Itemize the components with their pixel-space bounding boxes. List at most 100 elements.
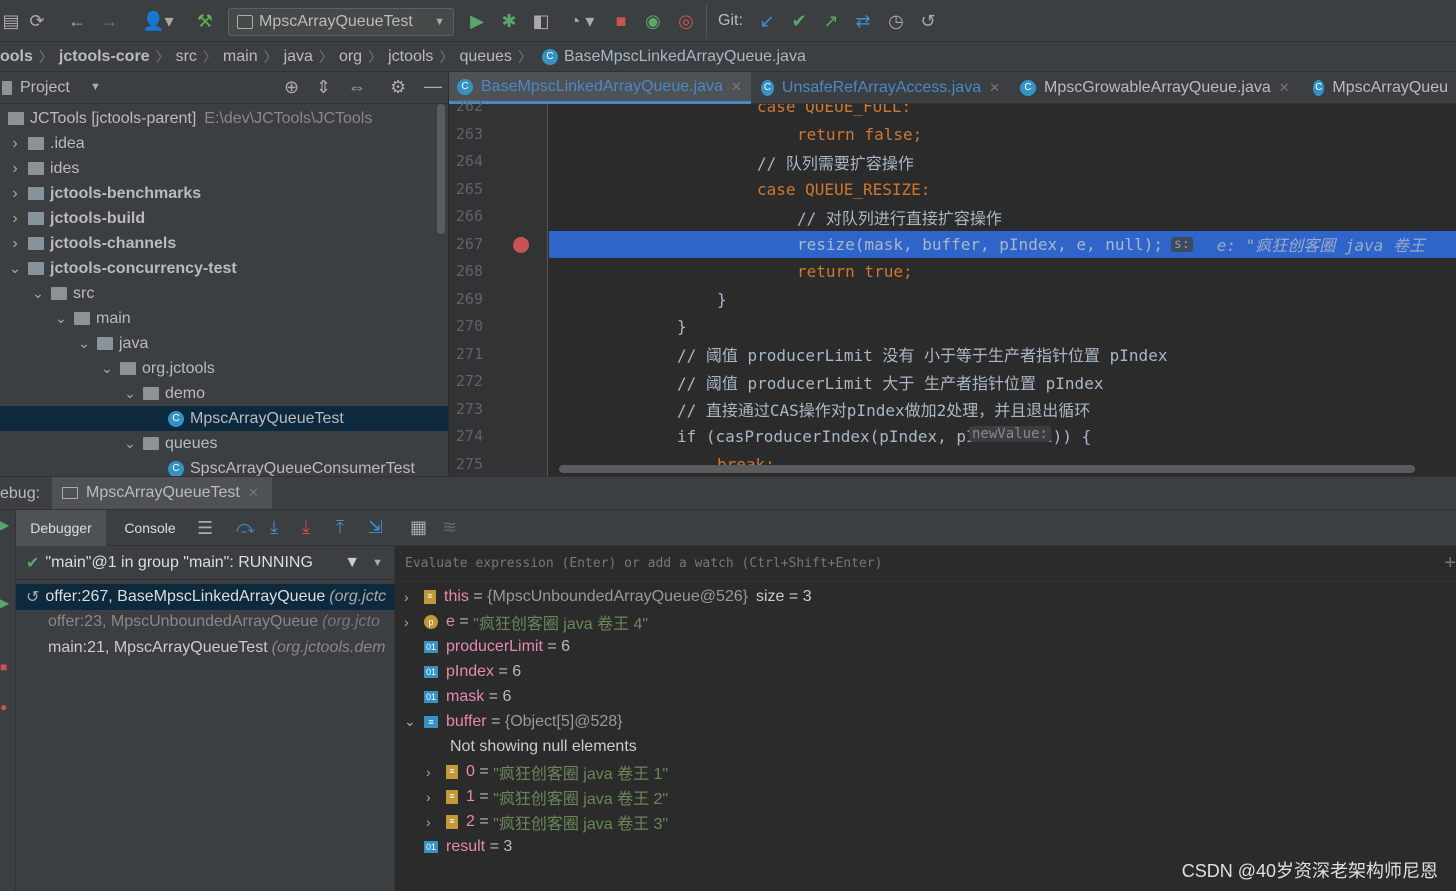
step-out-icon[interactable]: ⤒ [336, 517, 344, 538]
breadcrumb-item[interactable]: queues [459, 48, 512, 66]
tree-scrollbar[interactable] [437, 104, 445, 234]
tree-item[interactable]: ⌄ demo [123, 381, 205, 406]
thread-selector[interactable]: ✔ "main"@1 in group "main": RUNNING ▼ ▼ [16, 546, 395, 580]
evaluate-expression-input[interactable]: Evaluate expression (Enter) or add a wat… [396, 546, 1456, 582]
code-line[interactable]: resize(mask, buffer, pIndex, e, null); s:… [549, 230, 1456, 258]
chevron-down-icon[interactable]: ▼ [90, 81, 101, 93]
coverage-icon[interactable]: ◧ [530, 10, 552, 32]
tree-item[interactable]: › jctools-channels [8, 231, 176, 256]
resume-icon[interactable]: ▶ [0, 596, 9, 610]
tree-item[interactable]: › .idea [8, 131, 84, 156]
chevron-down-icon[interactable]: ⌄ [404, 713, 420, 730]
code-line[interactable]: return true; [549, 258, 1456, 285]
chevron-right-icon[interactable]: › [426, 789, 442, 805]
tree-root[interactable]: JCTools [jctools-parent] E:\dev\JCTools\… [8, 106, 372, 131]
tree-item[interactable]: C MpscArrayQueueTest [0, 406, 448, 431]
run-config-dropdown[interactable]: MpscArrayQueueTest ▼ [228, 8, 454, 36]
horizontal-scrollbar[interactable] [559, 465, 1415, 473]
git-commit-icon[interactable]: ✔ [788, 10, 810, 32]
tree-item[interactable]: ⌄ java [77, 331, 148, 356]
forward-icon[interactable]: → [98, 10, 120, 32]
chevron-right-icon[interactable]: › [426, 814, 442, 830]
breakpoint-icon[interactable] [513, 236, 529, 253]
variable-row[interactable]: › ≡ 1 = "疯狂创客圈 java 卷王 2" [426, 784, 668, 809]
build-hammer-icon[interactable]: ⚒ [194, 10, 216, 32]
tab-mpscarrayqueue[interactable]: C MpscArrayQueu [1305, 72, 1456, 104]
breadcrumb-item[interactable]: BaseMpscLinkedArrayQueue.java [564, 48, 806, 66]
frame-row[interactable]: main:21, MpscArrayQueueTest (org.jctools… [16, 635, 395, 661]
tree-item[interactable]: ⌄ jctools-concurrency-test [8, 256, 237, 281]
chevron-down-icon[interactable]: ⌄ [8, 260, 22, 277]
tab-basempsclinkedarrayqueue[interactable]: C BaseMpscLinkedArrayQueue.java ✕ [449, 72, 751, 104]
user-icon[interactable]: 👤▾ [142, 10, 174, 32]
tree-item[interactable]: C SpscArrayQueueConsumerTest [146, 456, 415, 476]
back-icon[interactable]: ← [66, 10, 88, 32]
rerun-icon[interactable]: ▶ [0, 518, 9, 532]
frame-row[interactable]: offer:23, MpscUnboundedArrayQueue (org.j… [16, 609, 395, 635]
collapse-all-icon[interactable]: ⇔ [348, 77, 366, 98]
code-line[interactable]: } [549, 286, 1456, 313]
reload-icon[interactable]: ◎ [675, 10, 697, 32]
code-line[interactable]: // 对队列进行直接扩容操作 [549, 203, 1456, 230]
breadcrumb-item[interactable]: org [339, 48, 362, 66]
chevron-down-icon[interactable]: ⌄ [77, 335, 91, 352]
close-icon[interactable]: ✕ [248, 485, 259, 501]
close-icon[interactable]: ✕ [731, 79, 742, 95]
save-icon[interactable]: ▤ [0, 10, 22, 32]
variable-row[interactable]: 01 mask = 6 [404, 684, 511, 709]
chevron-right-icon[interactable]: › [8, 160, 22, 178]
filter-icon[interactable]: ▼ [344, 554, 360, 572]
breadcrumb-item[interactable]: main [223, 48, 258, 66]
git-update-icon[interactable]: ↙ [756, 10, 778, 32]
menu-icon[interactable]: ☰ [197, 518, 213, 539]
tree-item[interactable]: › ides [8, 156, 79, 181]
variable-row[interactable]: ⌄ ≡ buffer = {Object[5]@528} [404, 709, 623, 734]
stop-icon[interactable]: ■ [610, 10, 632, 32]
code-line[interactable]: case QUEUE_FULL: [549, 104, 1456, 120]
add-watch-icon[interactable]: + [1444, 552, 1456, 575]
chevron-right-icon[interactable]: › [8, 235, 22, 253]
force-step-into-icon[interactable]: ⤓ [302, 517, 310, 538]
breadcrumb-item[interactable]: jctools-core [59, 48, 150, 66]
gear-icon[interactable]: ⚙ [390, 77, 406, 98]
variable-row[interactable]: › ≡ this = {MpscUnboundedArrayQueue@526} si… [404, 584, 812, 609]
step-into-icon[interactable]: ⤓ [270, 517, 278, 538]
code-editor[interactable]: case QUEUE_FULL: return false; // 队列需要扩容操作… [549, 104, 1456, 476]
breadcrumb-item[interactable]: ools [0, 48, 33, 66]
expand-all-icon[interactable]: ⇕ [316, 77, 331, 98]
tree-item[interactable]: ⌄ src [31, 281, 94, 306]
tree-item[interactable]: ⌄ org.jctools [100, 356, 215, 381]
debug-bug-icon[interactable]: ✱ [498, 10, 520, 32]
update-icon[interactable]: ◉ [642, 10, 664, 32]
chevron-right-icon[interactable]: › [8, 185, 22, 203]
chevron-down-icon[interactable]: ⌄ [31, 285, 45, 302]
chevron-down-icon[interactable]: ▼ [372, 557, 383, 569]
close-icon[interactable]: ✕ [1279, 80, 1290, 96]
chevron-down-icon[interactable]: ⌄ [54, 310, 68, 327]
chevron-right-icon[interactable]: › [8, 135, 22, 153]
variable-row[interactable]: 01 producerLimit = 6 [404, 634, 570, 659]
locate-icon[interactable]: ⊕ [284, 77, 299, 98]
variable-row[interactable]: › ≡ 2 = "疯狂创客圈 java 卷王 3" [426, 809, 668, 834]
tree-item[interactable]: ⌄ queues [123, 431, 217, 456]
code-line[interactable]: // 阈值 producerLimit 没有 小于等于生产者指针位置 pInde… [549, 341, 1456, 368]
breadcrumb-item[interactable]: src [176, 48, 197, 66]
breadcrumb-item[interactable]: java [284, 48, 313, 66]
tab-debug-session[interactable]: MpscArrayQueueTest ✕ [52, 477, 272, 509]
frame-row[interactable]: ↺ offer:267, BaseMpscLinkedArrayQueue (o… [16, 584, 395, 610]
trace-icon[interactable]: ≋ [442, 517, 457, 538]
code-line[interactable]: } [549, 313, 1456, 340]
code-line[interactable]: // 队列需要扩容操作 [549, 148, 1456, 175]
tab-unsaferefarrayaccess[interactable]: C UnsafeRefArrayAccess.java ✕ [753, 72, 1008, 104]
project-title[interactable]: Project [20, 79, 70, 97]
step-over-icon[interactable]: ⤼ [236, 517, 255, 538]
chevron-right-icon[interactable]: › [404, 614, 420, 630]
git-push-icon[interactable]: ↗ [820, 10, 842, 32]
tab-console[interactable]: Console [110, 510, 190, 546]
breadcrumb-item[interactable]: jctools [388, 48, 433, 66]
variable-row[interactable]: › p e = "疯狂创客圈 java 卷王 4" [404, 609, 648, 634]
code-line[interactable]: // 直接通过CAS操作对pIndex做加2处理，并且退出循环 [549, 396, 1456, 423]
chevron-down-icon[interactable]: ⌄ [100, 360, 114, 377]
chevron-right-icon[interactable]: › [404, 589, 420, 605]
variable-row[interactable]: › ≡ 0 = "疯狂创客圈 java 卷王 1" [426, 759, 668, 784]
